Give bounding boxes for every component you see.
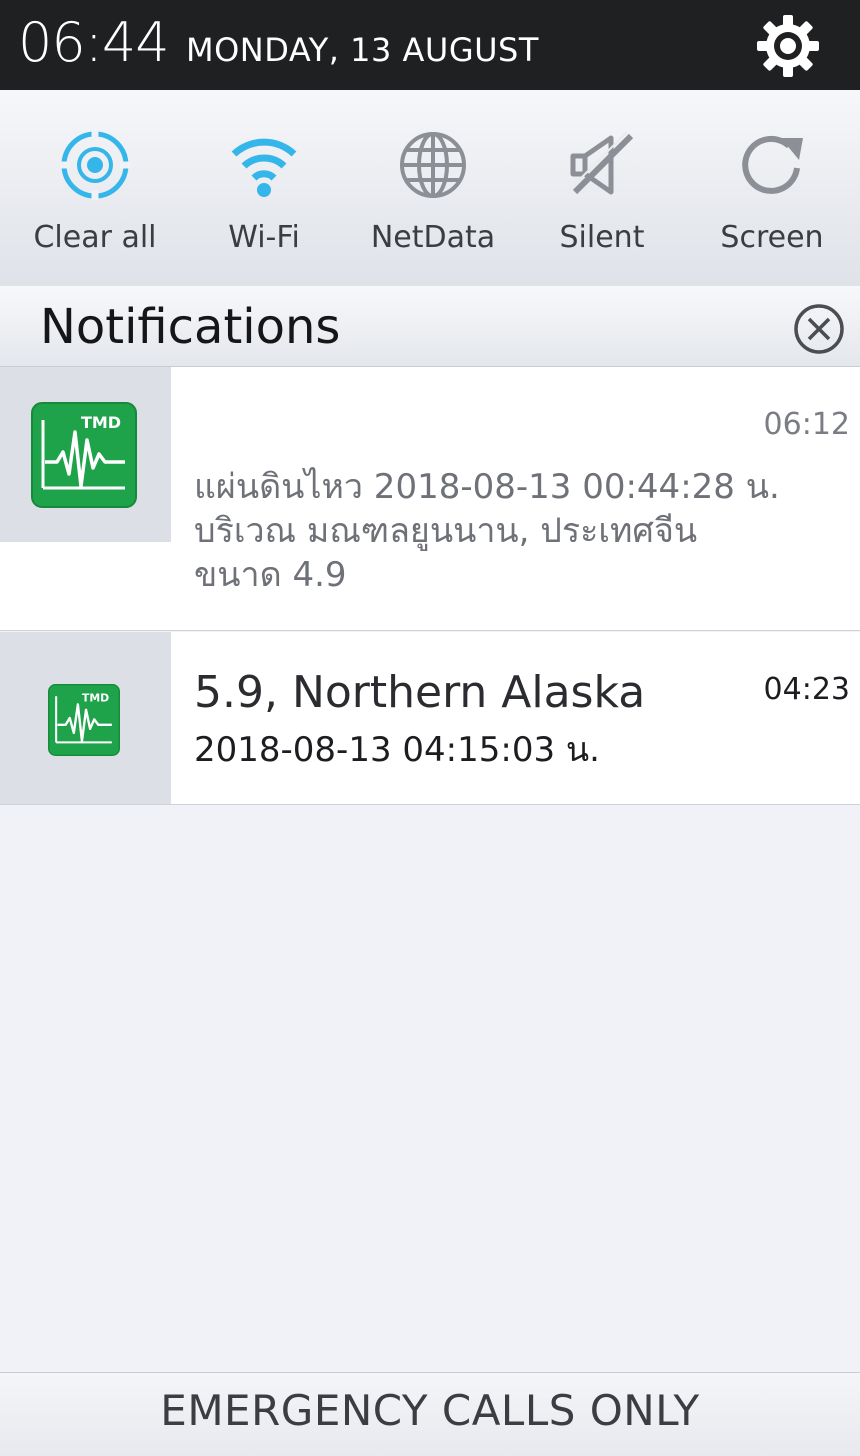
gear-icon [757, 15, 819, 77]
app-icon-label: TMD [81, 413, 121, 432]
notification-message: แผ่นดินไหว 2018-08-13 00:44:28 น. บริเวณ… [194, 467, 780, 595]
rotate-icon [742, 135, 803, 194]
speaker-muted-icon [570, 131, 634, 195]
notification-item[interactable]: TMD 06:12 แผ่นดินไหว 2018-08-13 00:44:28… [0, 367, 860, 631]
notification-icon-column: TMD [0, 367, 171, 542]
notification-item[interactable]: TMD 5.9, Northern Alaska 04:23 2018-08-1… [0, 632, 860, 805]
toggle-label: Clear all [33, 220, 157, 255]
toggle-wifi[interactable]: Wi-Fi [178, 90, 350, 286]
settings-button[interactable] [752, 10, 824, 82]
notification-message: 2018-08-13 04:15:03 น. [194, 730, 600, 770]
notification-shade: 06:44 MONDAY, 13 AUGUST Clear all Wi-Fi … [0, 0, 860, 1456]
close-circle-icon [794, 304, 844, 354]
carrier-label: EMERGENCY CALLS ONLY [160, 1386, 700, 1435]
notification-time: 06:12 [763, 407, 850, 442]
earthquake-app-icon: TMD [48, 684, 120, 756]
app-icon-label: TMD [82, 692, 109, 705]
notification-title: 5.9, Northern Alaska [194, 667, 646, 718]
status-bar: 06:44 MONDAY, 13 AUGUST [0, 0, 860, 90]
wifi-icon [231, 138, 297, 197]
notifications-header: Notifications [0, 286, 860, 367]
toggle-label: Screen [720, 220, 824, 255]
target-icon [60, 130, 130, 200]
clock-date: MONDAY, 13 AUGUST [186, 31, 539, 69]
notification-icon-column: TMD [0, 632, 171, 804]
toggle-screen-rotation[interactable]: Screen [686, 90, 858, 286]
earthquake-app-icon: TMD [31, 402, 137, 508]
clock-time: 06:44 [18, 11, 170, 74]
carrier-bar: EMERGENCY CALLS ONLY [0, 1372, 860, 1456]
toggle-label: Silent [559, 220, 645, 255]
globe-icon [400, 132, 466, 198]
clear-notifications-button[interactable] [792, 302, 846, 356]
notifications-title: Notifications [40, 299, 341, 355]
toggle-silent[interactable]: Silent [516, 90, 688, 286]
toggle-label: Wi-Fi [228, 220, 300, 255]
quick-settings-panel: Clear all Wi-Fi NetData Silent Screen [0, 90, 860, 287]
toggle-netdata[interactable]: NetData [347, 90, 519, 286]
notification-time: 04:23 [763, 672, 850, 707]
toggle-clear-all[interactable]: Clear all [9, 90, 181, 286]
toggle-label: NetData [370, 220, 496, 255]
